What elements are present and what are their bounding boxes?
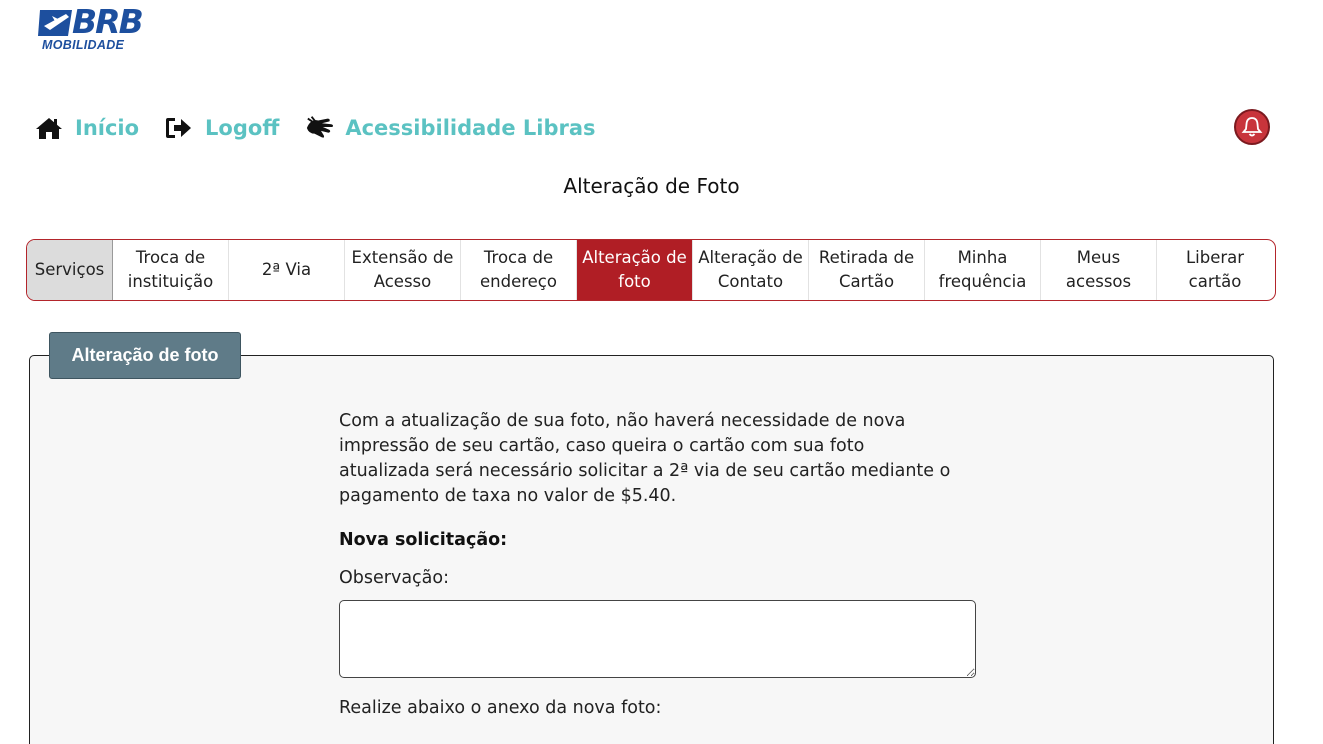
services-tabs: Serviços Troca de instituição 2ª Via Ext… — [26, 239, 1276, 301]
tab-troca-de-instituicao[interactable]: Troca de instituição — [113, 240, 229, 300]
nav-inicio-label: Início — [75, 116, 140, 140]
tab-alteracao-de-foto[interactable]: Alteração de foto — [577, 240, 693, 300]
annex-label: Realize abaixo o anexo da nova foto: — [339, 698, 662, 718]
tab-meus-acessos[interactable]: Meus acessos — [1041, 240, 1157, 300]
nav-acessibilidade-label: Acessibilidade Libras — [345, 116, 596, 140]
panel-content: Com a atualização de sua foto, não haver… — [339, 409, 979, 718]
nav-logoff[interactable]: Logoff — [165, 114, 279, 142]
tab-retirada-de-cartao[interactable]: Retirada de Cartão — [809, 240, 925, 300]
nav-acessibilidade-libras[interactable]: Acessibilidade Libras — [305, 114, 596, 142]
logo-brand: BRB — [72, 2, 144, 41]
info-text: Com a atualização de sua foto, não haver… — [339, 411, 951, 506]
tab-extensao-de-acesso[interactable]: Extensão de Acesso — [345, 240, 461, 300]
top-nav: Início Logoff Acessibilidade Libras — [35, 110, 622, 146]
page: BRB MOBILIDADE Início Logoff Acessibilid… — [0, 0, 1323, 744]
nav-logoff-label: Logoff — [205, 116, 280, 140]
observation-label: Observação: — [339, 568, 449, 588]
panel-legend: Alteração de foto — [49, 332, 241, 379]
tab-troca-de-endereco[interactable]: Troca de endereço — [461, 240, 577, 300]
tab-liberar-cartao[interactable]: Liberar cartão — [1157, 240, 1273, 300]
notification-bell-button[interactable] — [1234, 109, 1270, 145]
tab-minha-frequencia[interactable]: Minha frequência — [925, 240, 1041, 300]
page-title: Alteração de Foto — [563, 174, 740, 198]
tab-segunda-via[interactable]: 2ª Via — [229, 240, 345, 300]
logo-mark-icon — [38, 10, 72, 36]
sign-out-icon — [165, 114, 197, 142]
nav-inicio[interactable]: Início — [35, 114, 139, 142]
sign-language-icon — [305, 114, 337, 142]
bell-icon — [1241, 117, 1263, 137]
tab-servicos[interactable]: Serviços — [27, 240, 113, 300]
tab-alteracao-de-contato[interactable]: Alteração de Contato — [693, 240, 809, 300]
brb-logo[interactable]: BRB MOBILIDADE — [38, 2, 148, 56]
observation-textarea[interactable] — [339, 600, 976, 678]
request-title: Nova solicitação: — [339, 530, 508, 550]
home-icon — [35, 114, 67, 142]
logo-subtitle: MOBILIDADE — [42, 38, 125, 52]
